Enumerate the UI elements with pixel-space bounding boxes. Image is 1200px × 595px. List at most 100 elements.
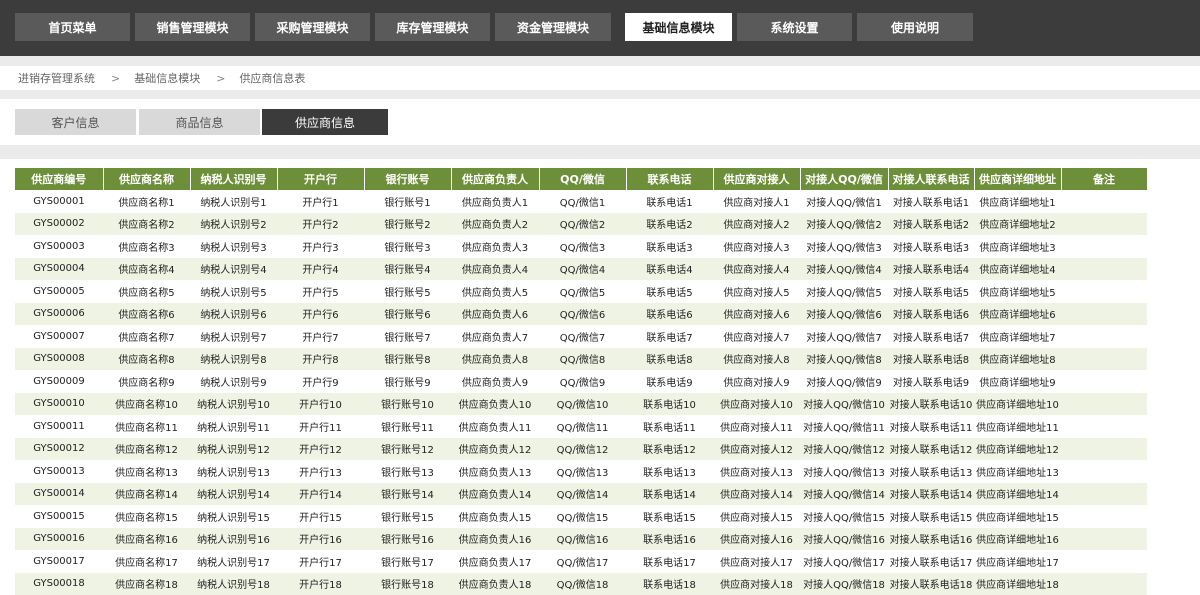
- table-cell: 供应商负责人11: [451, 415, 539, 438]
- table-cell: 纳税人识别号8: [190, 347, 277, 370]
- table-cell: 供应商负责人6: [451, 302, 539, 325]
- table-cell: 供应商详细地址18: [974, 572, 1061, 595]
- tab-customer-info[interactable]: 客户信息: [15, 109, 136, 135]
- table-cell: 供应商详细地址14: [974, 482, 1061, 505]
- table-cell: [1061, 550, 1147, 573]
- table-cell: [1061, 505, 1147, 528]
- table-cell: 纳税人识别号6: [190, 302, 277, 325]
- column-header: 纳税人识别号: [190, 168, 278, 190]
- table-cell: 对接人QQ/微信7: [800, 325, 888, 348]
- table-row[interactable]: GYS00005 供应商名称5 纳税人识别号5 开户行5 银行账号5 供应商负责人5 QQ/…: [15, 280, 1147, 303]
- table-cell: 供应商对接人5: [713, 280, 800, 303]
- table-row[interactable]: GYS00009 供应商名称9 纳税人识别号9 开户行9 银行账号9 供应商负责人9 QQ/…: [15, 370, 1147, 393]
- table-cell: 纳税人识别号3: [190, 235, 277, 258]
- table-cell: GYS00007: [15, 325, 103, 348]
- table-cell: 银行账号7: [364, 325, 451, 348]
- table-cell: 对接人QQ/微信17: [800, 550, 888, 573]
- table-cell: 供应商名称2: [103, 212, 190, 235]
- table-row[interactable]: GYS00016 供应商名称16 纳税人识别号16 开户行16 银行账号16 供应商负责人…: [15, 527, 1147, 550]
- table-cell: 供应商负责人15: [451, 505, 539, 528]
- table-cell: QQ/微信2: [539, 212, 626, 235]
- table-cell: 对接人联系电话12: [888, 437, 974, 460]
- table-cell: 对接人联系电话2: [888, 212, 974, 235]
- table-row[interactable]: GYS00007 供应商名称7 纳税人识别号7 开户行7 银行账号7 供应商负责人7 QQ/…: [15, 325, 1147, 348]
- column-header: 供应商对接人: [713, 168, 801, 190]
- table-cell: 联系电话2: [626, 212, 713, 235]
- table-cell: 供应商详细地址3: [974, 235, 1061, 258]
- nav-user-guide[interactable]: 使用说明: [857, 13, 973, 41]
- table-cell: 供应商名称12: [103, 437, 190, 460]
- table-cell: [1061, 415, 1147, 438]
- table-cell: 对接人联系电话5: [888, 280, 974, 303]
- table-row[interactable]: GYS00010 供应商名称10 纳税人识别号10 开户行10 银行账号10 供应商负责人…: [15, 392, 1147, 415]
- table-row[interactable]: GYS00013 供应商名称13 纳税人识别号13 开户行13 银行账号13 供应商负责人…: [15, 460, 1147, 483]
- table-cell: GYS00013: [15, 460, 103, 483]
- table-cell: 对接人QQ/微信13: [800, 460, 888, 483]
- nav-system-settings[interactable]: 系统设置: [737, 13, 852, 41]
- table-cell: 对接人联系电话14: [888, 482, 974, 505]
- table-cell: 供应商对接人14: [713, 482, 800, 505]
- table-row[interactable]: GYS00014 供应商名称14 纳税人识别号14 开户行14 银行账号14 供应商负责人…: [15, 482, 1147, 505]
- table-cell: QQ/微信14: [539, 482, 626, 505]
- table-row[interactable]: GYS00008 供应商名称8 纳税人识别号8 开户行8 银行账号8 供应商负责人8 QQ/…: [15, 347, 1147, 370]
- table-row[interactable]: GYS00015 供应商名称15 纳税人识别号15 开户行15 银行账号15 供应商负责人…: [15, 505, 1147, 528]
- table-cell: 供应商详细地址5: [974, 280, 1061, 303]
- table-cell: 对接人QQ/微信9: [800, 370, 888, 393]
- table-row[interactable]: GYS00003 供应商名称3 纳税人识别号3 开户行3 银行账号3 供应商负责人3 QQ/…: [15, 235, 1147, 258]
- nav-purchase-module[interactable]: 采购管理模块: [255, 13, 370, 41]
- table-row[interactable]: GYS00002 供应商名称2 纳税人识别号2 开户行2 银行账号2 供应商负责人2 QQ/…: [15, 212, 1147, 235]
- nav-inventory-module[interactable]: 库存管理模块: [375, 13, 490, 41]
- nav-sales-module[interactable]: 销售管理模块: [135, 13, 250, 41]
- table-cell: 供应商详细地址15: [974, 505, 1061, 528]
- table-row[interactable]: GYS00004 供应商名称4 纳税人识别号4 开户行4 银行账号4 供应商负责人4 QQ/…: [15, 257, 1147, 280]
- column-header: 开户行: [277, 168, 365, 190]
- table-row[interactable]: GYS00006 供应商名称6 纳税人识别号6 开户行6 银行账号6 供应商负责人6 QQ/…: [15, 302, 1147, 325]
- nav-home-menu[interactable]: 首页菜单: [15, 13, 130, 41]
- column-header: 供应商详细地址: [974, 168, 1062, 190]
- table-cell: 纳税人识别号14: [190, 482, 277, 505]
- table-cell: 开户行15: [277, 505, 364, 528]
- tab-supplier-info[interactable]: 供应商信息: [262, 109, 388, 135]
- table-cell: QQ/微信5: [539, 280, 626, 303]
- nav-basic-info-module[interactable]: 基础信息模块: [625, 13, 732, 41]
- table-cell: 纳税人识别号17: [190, 550, 277, 573]
- table-cell: QQ/微信12: [539, 437, 626, 460]
- table-cell: 开户行9: [277, 370, 364, 393]
- table-cell: GYS00016: [15, 527, 103, 550]
- nav-finance-module[interactable]: 资金管理模块: [495, 13, 611, 41]
- breadcrumb-item-system[interactable]: 进销存管理系统: [18, 70, 95, 86]
- table-row[interactable]: GYS00001 供应商名称1 纳税人识别号1 开户行1 银行账号1 供应商负责人1 QQ/…: [15, 190, 1147, 213]
- table-cell: 对接人QQ/微信15: [800, 505, 888, 528]
- table-cell: GYS00002: [15, 212, 103, 235]
- table-cell: 联系电话3: [626, 235, 713, 258]
- breadcrumb-item-module[interactable]: 基础信息模块: [134, 70, 200, 86]
- table-row[interactable]: GYS00017 供应商名称17 纳税人识别号17 开户行17 银行账号17 供应商负责人…: [15, 550, 1147, 573]
- table-cell: 供应商负责人18: [451, 572, 539, 595]
- table-row[interactable]: GYS00011 供应商名称11 纳税人识别号11 开户行11 银行账号11 供应商负责人…: [15, 415, 1147, 438]
- table-cell: 开户行11: [277, 415, 364, 438]
- table-cell: 开户行6: [277, 302, 364, 325]
- table-cell: 供应商详细地址12: [974, 437, 1061, 460]
- table-cell: [1061, 437, 1147, 460]
- table-cell: 供应商详细地址16: [974, 527, 1061, 550]
- table-cell: 银行账号6: [364, 302, 451, 325]
- table-cell: 联系电话6: [626, 302, 713, 325]
- table-cell: 对接人联系电话9: [888, 370, 974, 393]
- table-cell: GYS00014: [15, 482, 103, 505]
- table-cell: [1061, 190, 1147, 213]
- table-cell: 开户行10: [277, 392, 364, 415]
- supplier-table: 供应商编号 供应商名称 纳税人识别号 开户行 银行账号 供应商负责人 QQ/微信 联系电话 供应…: [15, 168, 1148, 595]
- table-row[interactable]: GYS00018 供应商名称18 纳税人识别号18 开户行18 银行账号18 供应商负责人…: [15, 572, 1147, 595]
- table-cell: 对接人QQ/微信8: [800, 347, 888, 370]
- table-cell: GYS00001: [15, 190, 103, 213]
- table-cell: 供应商负责人9: [451, 370, 539, 393]
- table-cell: 供应商对接人12: [713, 437, 800, 460]
- table-cell: 银行账号9: [364, 370, 451, 393]
- table-row[interactable]: GYS00012 供应商名称12 纳税人识别号12 开户行12 银行账号12 供应商负责人…: [15, 437, 1147, 460]
- tab-product-info[interactable]: 商品信息: [139, 109, 260, 135]
- column-header: 供应商编号: [15, 168, 104, 190]
- table-cell: 开户行7: [277, 325, 364, 348]
- table-cell: 供应商详细地址17: [974, 550, 1061, 573]
- table-cell: 开户行18: [277, 572, 364, 595]
- table-cell: 对接人联系电话8: [888, 347, 974, 370]
